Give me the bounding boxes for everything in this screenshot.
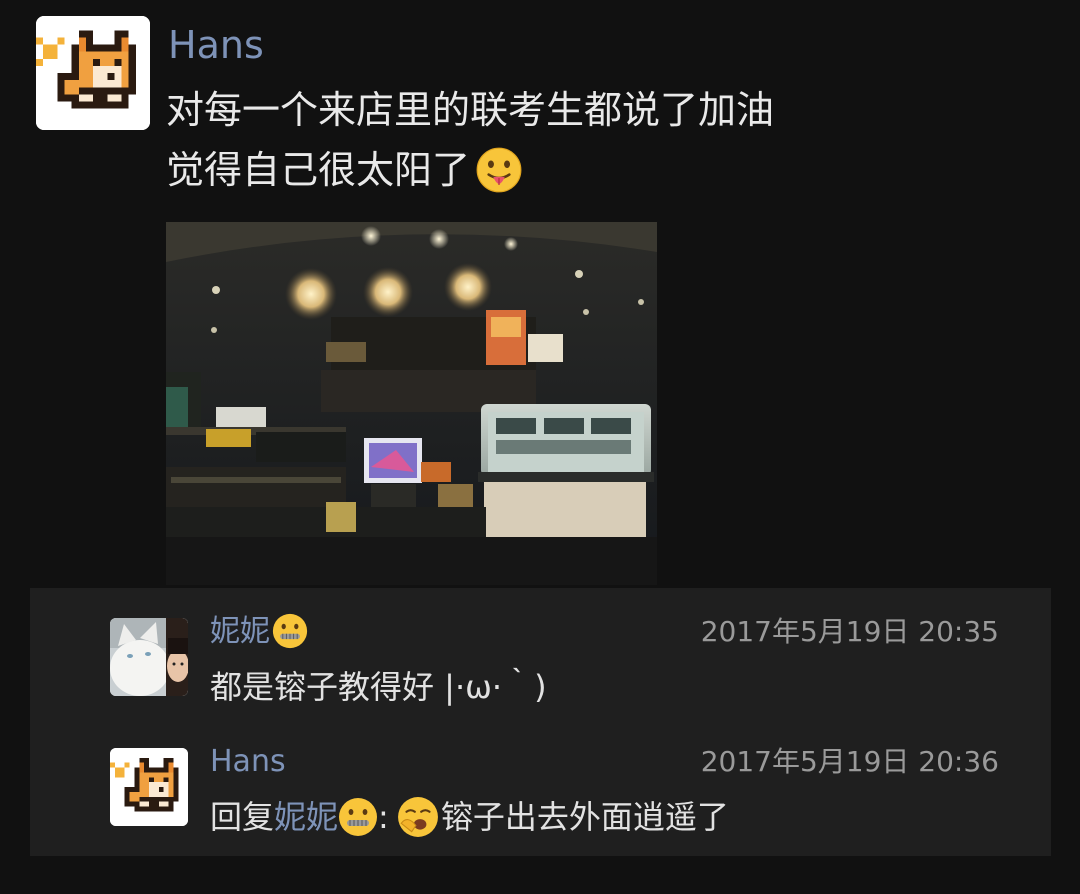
post-author-name[interactable]: Hans [168, 20, 264, 70]
comment-item: Hans 2017年5月19日 20:36 回复妮妮 : 镕子出去外面逍遥了 [30, 718, 1051, 856]
moments-post: Hans 对每一个来店里的联考生都说了加油 觉得自己很太阳了 妮妮 2017年5… [0, 0, 1080, 894]
comment-author-name[interactable]: 妮妮 [210, 612, 308, 652]
comments-panel: 妮妮 2017年5月19日 20:35 都是镕子教得好 |·ω·｀) Hans … [30, 588, 1051, 856]
white-cat-avatar-icon [110, 618, 188, 696]
reply-separator: : [378, 798, 389, 836]
post-photo[interactable] [166, 222, 657, 585]
post-text-line-2-label: 觉得自己很太阳了 [166, 148, 471, 192]
comment-reply-text[interactable]: 回复妮妮 : 镕子出去外面逍遥了 [210, 796, 729, 840]
post-author-avatar[interactable] [36, 16, 150, 130]
comment-author-avatar[interactable] [110, 748, 188, 826]
post-text-line-2: 觉得自己很太阳了 [166, 145, 522, 196]
comment-item: 妮妮 2017年5月19日 20:35 都是镕子教得好 |·ω·｀) [30, 588, 1051, 716]
zipper-mouth-emoji-icon [272, 613, 308, 649]
comment-author-name[interactable]: Hans [210, 742, 286, 782]
tongue-out-emoji-icon [476, 147, 522, 193]
reply-prefix: 回复 [210, 798, 275, 836]
reply-mention[interactable]: 妮妮 [274, 798, 338, 836]
yawning-emoji-icon [397, 796, 439, 838]
zipper-mouth-emoji-icon [338, 797, 378, 837]
comment-author-avatar[interactable] [110, 618, 188, 696]
comment-timestamp: 2017年5月19日 20:36 [700, 745, 999, 778]
cafe-photo-image [166, 222, 657, 585]
comment-text[interactable]: 都是镕子教得好 |·ω·｀) [210, 666, 547, 708]
reply-content: 镕子出去外面逍遥了 [440, 798, 729, 836]
comment-timestamp: 2017年5月19日 20:35 [700, 615, 999, 648]
post-text-line-1: 对每一个来店里的联考生都说了加油 [166, 88, 775, 132]
shiba-pixel-avatar-icon [36, 16, 150, 130]
shiba-pixel-avatar-icon [110, 748, 188, 826]
comment-author-label: 妮妮 [210, 614, 270, 649]
